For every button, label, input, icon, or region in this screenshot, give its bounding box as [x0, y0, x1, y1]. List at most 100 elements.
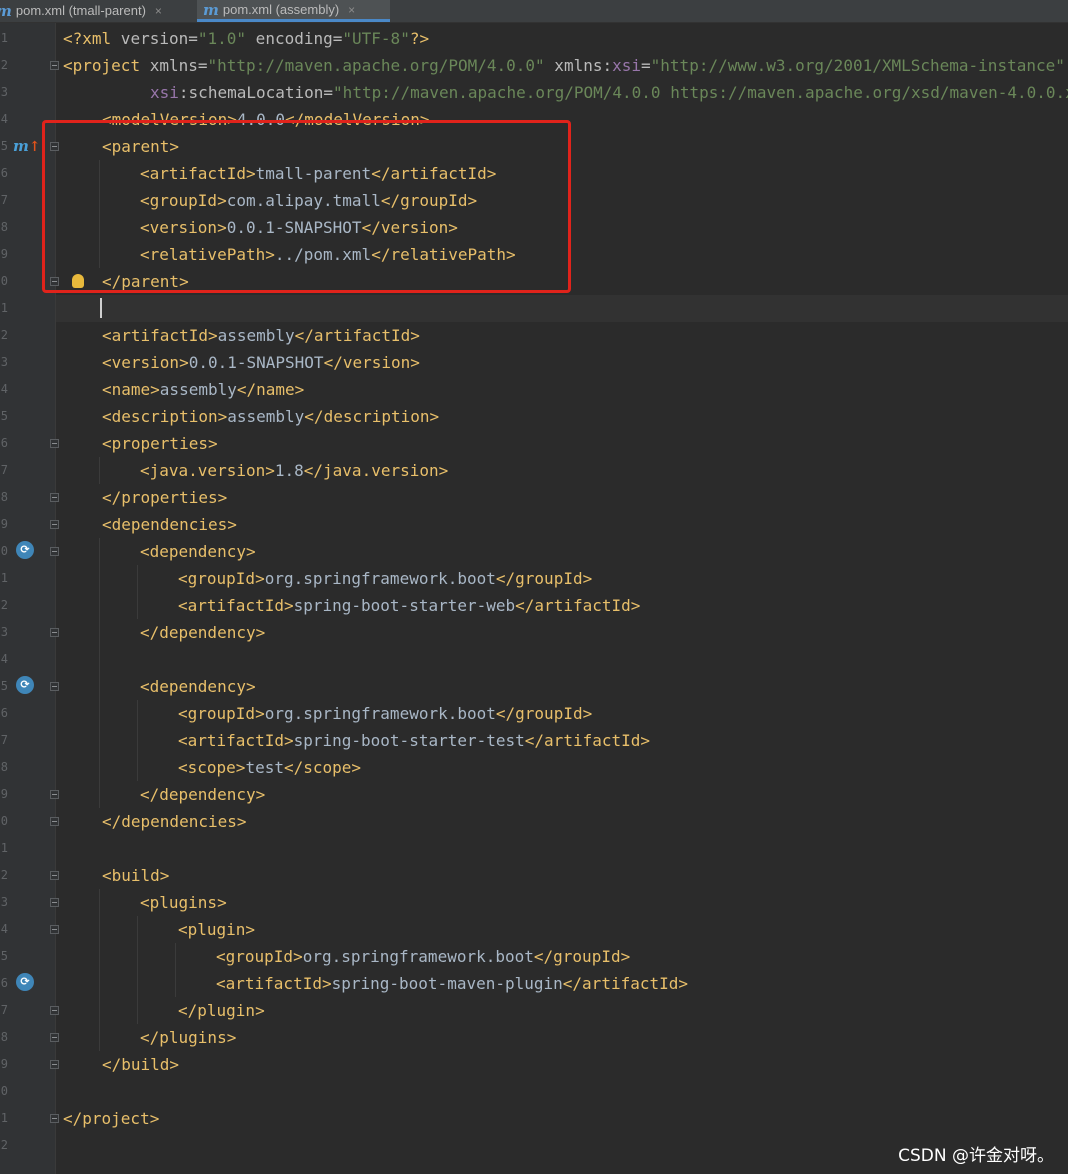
- tab-label: pom.xml (assembly): [222, 1, 340, 17]
- line-number: 9: [0, 787, 8, 801]
- close-icon[interactable]: ×: [155, 2, 162, 20]
- indent-guide: [99, 889, 100, 1051]
- indent-guide: [137, 916, 138, 1024]
- current-line-highlight: [56, 295, 1068, 322]
- fold-toggle-icon[interactable]: [50, 898, 59, 907]
- fold-toggle-icon[interactable]: [50, 439, 59, 448]
- fold-toggle-icon[interactable]: [50, 1033, 59, 1042]
- line-number: 8: [0, 220, 8, 234]
- refresh-dependency-icon[interactable]: ⟳: [16, 541, 34, 559]
- lightbulb-icon[interactable]: [72, 274, 84, 288]
- code-line: </properties>: [102, 488, 228, 507]
- indent-guide: [99, 538, 100, 808]
- text-caret: [100, 298, 102, 318]
- fold-toggle-icon[interactable]: [50, 925, 59, 934]
- line-number: 2: [0, 1138, 8, 1152]
- code-line: <artifactId>spring-boot-maven-plugin</ar…: [216, 974, 689, 993]
- fold-toggle-icon[interactable]: [50, 817, 59, 826]
- line-number: 5: [0, 409, 8, 423]
- fold-toggle-icon[interactable]: [50, 871, 59, 880]
- fold-toggle-icon[interactable]: [50, 628, 59, 637]
- code-line: <java.version>1.8</java.version>: [140, 461, 449, 480]
- line-number: 7: [0, 1003, 8, 1017]
- fold-toggle-icon[interactable]: [50, 682, 59, 691]
- code-line: <groupId>org.springframework.boot</group…: [178, 704, 593, 723]
- fold-toggle-icon[interactable]: [50, 547, 59, 556]
- fold-toggle-icon[interactable]: [50, 520, 59, 529]
- refresh-dependency-icon[interactable]: ⟳: [16, 676, 34, 694]
- tab-pom-tmall-parent[interactable]: m pom.xml (tmall-parent) ×: [0, 0, 196, 22]
- fold-toggle-icon[interactable]: [50, 790, 59, 799]
- editor-tab-bar: m pom.xml (tmall-parent) × m pom.xml (as…: [0, 0, 1068, 23]
- line-number: 0: [0, 814, 8, 828]
- code-line: <artifactId>spring-boot-starter-test</ar…: [178, 731, 651, 750]
- line-number: 0: [0, 1084, 8, 1098]
- code-line: </plugin>: [178, 1001, 265, 1020]
- indent-guide: [137, 565, 138, 619]
- fold-toggle-icon[interactable]: [50, 493, 59, 502]
- code-line: <scope>test</scope>: [178, 758, 362, 777]
- maven-m-glyph: m: [13, 137, 29, 155]
- line-number: 1: [0, 571, 8, 585]
- code-line: </build>: [102, 1055, 180, 1074]
- line-number: 6: [0, 436, 8, 450]
- line-number: 1: [0, 1111, 8, 1125]
- code-line: xsi:schemaLocation="http://maven.apache.…: [150, 83, 1068, 102]
- line-number: 7: [0, 733, 8, 747]
- code-line: </parent>: [102, 272, 189, 291]
- line-number: 5: [0, 949, 8, 963]
- line-number: 4: [0, 652, 8, 666]
- refresh-dependency-icon[interactable]: ⟳: [16, 973, 34, 991]
- line-number: 7: [0, 193, 8, 207]
- close-icon[interactable]: ×: [348, 1, 355, 19]
- line-number: 3: [0, 355, 8, 369]
- watermark: CSDN @许金对呀。: [898, 1146, 1054, 1166]
- line-number: 3: [0, 625, 8, 639]
- line-number: 5: [0, 139, 8, 153]
- line-number: 0: [0, 274, 8, 288]
- code-line: <?xml version="1.0" encoding="UTF-8"?>: [63, 29, 430, 48]
- maven-icon: m: [203, 0, 219, 19]
- line-number: 9: [0, 517, 8, 531]
- code-line: <groupId>org.springframework.boot</group…: [216, 947, 631, 966]
- code-line: <dependency>: [140, 542, 256, 561]
- code-line: <version>0.0.1-SNAPSHOT</version>: [102, 353, 420, 372]
- code-line: <relativePath>../pom.xml</relativePath>: [140, 245, 516, 264]
- fold-toggle-icon[interactable]: [50, 1114, 59, 1123]
- code-line: <version>0.0.1-SNAPSHOT</version>: [140, 218, 458, 237]
- line-number: 3: [0, 895, 8, 909]
- line-number: 8: [0, 1030, 8, 1044]
- arrow-up-icon: ↑: [28, 139, 41, 155]
- line-number: 9: [0, 247, 8, 261]
- code-line: <dependency>: [140, 677, 256, 696]
- maven-overrides-icon[interactable]: m↑: [13, 137, 41, 155]
- fold-toggle-icon[interactable]: [50, 277, 59, 286]
- line-number: 1: [0, 31, 8, 45]
- code-line: </project>: [63, 1109, 160, 1128]
- code-line: </plugins>: [140, 1028, 237, 1047]
- indent-guide: [175, 943, 176, 997]
- code-line: <dependencies>: [102, 515, 237, 534]
- maven-icon: m: [0, 2, 12, 20]
- code-line: </dependency>: [140, 785, 266, 804]
- code-line: <parent>: [102, 137, 180, 156]
- line-number: 6: [0, 706, 8, 720]
- line-number: 3: [0, 85, 8, 99]
- indent-guide: [99, 160, 100, 268]
- fold-toggle-icon[interactable]: [50, 61, 59, 70]
- line-number: 9: [0, 1057, 8, 1071]
- line-number: 8: [0, 490, 8, 504]
- code-line: <project xmlns="http://maven.apache.org/…: [63, 56, 1065, 75]
- fold-toggle-icon[interactable]: [50, 1006, 59, 1015]
- line-number: 2: [0, 328, 8, 342]
- tab-label: pom.xml (tmall-parent): [15, 3, 146, 18]
- code-line: <groupId>org.springframework.boot</group…: [178, 569, 593, 588]
- line-number: 1: [0, 841, 8, 855]
- code-line: <artifactId>spring-boot-starter-web</art…: [178, 596, 641, 615]
- indent-guide: [99, 457, 100, 484]
- fold-toggle-icon[interactable]: [50, 142, 59, 151]
- code-line: <name>assembly</name>: [102, 380, 305, 399]
- tab-pom-assembly[interactable]: m pom.xml (assembly) ×: [197, 0, 390, 22]
- fold-toggle-icon[interactable]: [50, 1060, 59, 1069]
- line-number: 1: [0, 301, 8, 315]
